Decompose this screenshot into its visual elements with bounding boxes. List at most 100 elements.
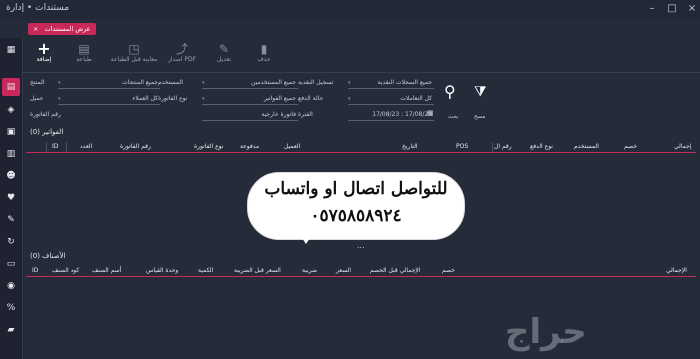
contact-text: للتواصل اتصال او واتساب <box>264 179 448 199</box>
invoice-type-select[interactable]: ▾ جميع الفواتير <box>202 94 298 105</box>
invoices-col-total[interactable]: إجمالي <box>674 143 692 150</box>
document-icon[interactable]: ▤ <box>5 81 17 93</box>
export-pdf-button[interactable]: ⤴ اصدار PDF <box>162 42 202 63</box>
grid-icon[interactable]: ▦ <box>5 44 17 56</box>
filter-panel: المنتج ▾ جميع المنتجات المستخدم ▾ جميع الم… <box>22 74 700 126</box>
invoice-type-label: نوع الفاتورة <box>158 95 188 102</box>
sidebar: ▦ ▤ ◈ ▣ ▥ ☻ ♥ ✎ ↻ ▭ ◉ % ▰ <box>0 38 23 359</box>
payment-status-label: حالة الدفع <box>298 95 324 102</box>
contact-overlay: للتواصل اتصال او واتساب ٠٥٧٥٨٥٨٩٢٤ <box>247 172 465 240</box>
items-col-id[interactable]: ID <box>32 267 38 274</box>
product-label: المنتج <box>30 79 45 86</box>
user-label: المستخدم <box>158 79 183 86</box>
invoices-col-invoice-type[interactable]: نوع الفاتورة <box>194 143 223 150</box>
chevron-down-icon: ▾ <box>348 80 351 86</box>
search-label: بحث <box>448 114 459 120</box>
plus-icon: + <box>37 39 51 58</box>
print-button[interactable]: ▤ طباعة <box>64 42 104 63</box>
money-icon[interactable]: ◉ <box>5 280 17 292</box>
invoices-col-payment-type[interactable]: نوع الدفع <box>530 143 553 150</box>
items-col-price[interactable]: السعر <box>336 267 351 274</box>
tab-close-icon[interactable]: × <box>33 25 38 33</box>
maximize-icon[interactable]: □ <box>664 1 680 17</box>
edit-button[interactable]: ✎ تعديل <box>204 42 244 63</box>
contact-phone: ٠٥٧٥٨٥٨٩٢٤ <box>310 206 402 226</box>
calendar-icon[interactable]: ▦ <box>427 109 434 117</box>
chevron-down-icon: ▾ <box>58 96 61 102</box>
invoices-col-id[interactable]: ID <box>52 143 58 150</box>
invoices-col-pos[interactable]: POS <box>456 143 468 150</box>
items-col-tax[interactable]: ضريبة <box>302 267 317 274</box>
print-preview-button[interactable]: ◳ معاينة قبل الطباعة <box>106 42 162 63</box>
items-table-header: الإجمالي خصم الإجمالي قبل الخصم السعر ضر… <box>26 266 696 277</box>
chevron-down-icon: ▾ <box>58 80 61 86</box>
invoices-col-date[interactable]: التاريخ <box>402 143 418 150</box>
invoice-number-label: رقم الفاتورة <box>30 111 61 118</box>
invoices-col-discount[interactable]: خصم <box>624 143 637 150</box>
payment-status-select[interactable]: ▾ كل التعاملات <box>348 94 434 105</box>
box-icon[interactable]: ▣ <box>5 126 17 138</box>
users-icon[interactable]: ☻ <box>5 170 17 182</box>
add-button[interactable]: + إضافة <box>24 39 64 64</box>
preview-icon: ◳ <box>128 42 140 56</box>
wrench-icon[interactable]: ✎ <box>5 214 17 226</box>
chevron-down-icon: ▾ <box>348 96 351 102</box>
chevron-down-icon: ▾ <box>202 96 205 102</box>
delete-button[interactable]: ▮ حذف <box>244 42 284 63</box>
period-label: الفترة <box>298 111 313 118</box>
cash-register-label: تسجيل النقدية <box>298 79 334 86</box>
chevron-down-icon: ▾ <box>202 80 205 86</box>
column-divider <box>46 142 47 152</box>
watermark-logo: حراج <box>505 312 587 352</box>
items-col-item-name[interactable]: أسم الصنف <box>92 267 121 274</box>
user-select[interactable]: ▾ جميع المستخدمين <box>202 78 298 89</box>
invoices-col-user[interactable]: المستخدم <box>574 143 599 150</box>
tab-strip: × عرض المستندات <box>0 19 700 38</box>
pencil-icon: ✎ <box>218 42 230 56</box>
percent-icon[interactable]: % <box>5 302 17 314</box>
items-col-item-code[interactable]: كود الصنف <box>52 267 79 274</box>
invoices-col-number[interactable]: رقم ال <box>494 143 512 150</box>
tab-label: عرض المستندات <box>44 25 91 33</box>
invoices-title: الفواتير (0) <box>30 128 64 136</box>
heart-icon[interactable]: ♥ <box>5 192 17 204</box>
invoices-table-header: إجمالي خصم المستخدم نوع الدفع رقم ال POS… <box>26 142 696 153</box>
minimize-icon[interactable]: – <box>644 1 660 17</box>
invoice-number-input[interactable]: فاتورة خارجية <box>202 110 298 121</box>
printer-icon: ▤ <box>78 42 90 56</box>
customer-select[interactable]: ▾ كل العملاء <box>58 94 160 105</box>
tag-icon[interactable]: ◈ <box>5 104 17 116</box>
customer-label: عميل <box>30 95 44 102</box>
card-icon[interactable]: ▭ <box>5 258 17 270</box>
items-col-unit[interactable]: وحدة القياس <box>146 267 178 274</box>
items-col-total-before-discount[interactable]: الإجمالي قبل الخصم <box>370 267 421 274</box>
filter-label: مسح <box>474 114 486 120</box>
title-bar: × □ – مستندات • إدارة <box>0 0 700 20</box>
column-divider <box>492 142 493 152</box>
filter-icon[interactable]: ⧩ <box>474 84 487 100</box>
tab-documents-view[interactable]: × عرض المستندات <box>28 23 96 35</box>
search-icon[interactable]: ⚲ <box>444 82 456 101</box>
folder-icon[interactable]: ▰ <box>5 324 17 336</box>
invoices-col-count[interactable]: العدد <box>80 143 92 150</box>
refresh-icon[interactable]: ↻ <box>5 236 17 248</box>
column-divider <box>66 142 67 152</box>
date-range-input[interactable]: 17/08/23 : 17/08/23 <box>348 110 434 121</box>
items-col-discount[interactable]: خصم <box>442 267 455 274</box>
items-col-total[interactable]: الإجمالي <box>666 267 687 274</box>
invoices-col-paid[interactable]: مدفوعة <box>240 143 259 150</box>
close-icon[interactable]: × <box>684 1 700 17</box>
cash-register-select[interactable]: ▾ جميع السجلات النقدية <box>348 78 434 89</box>
splitter-handle[interactable]: ... <box>357 241 365 250</box>
window-title: مستندات • إدارة <box>6 3 70 13</box>
trash-icon: ▮ <box>260 42 268 56</box>
invoices-col-customer[interactable]: العميل <box>284 143 300 150</box>
report-icon[interactable]: ▥ <box>5 148 17 160</box>
invoices-col-invoice-number[interactable]: رقم الفاتورة <box>120 143 151 150</box>
items-table-body[interactable] <box>26 277 696 357</box>
product-select[interactable]: ▾ جميع المنتجات <box>58 78 160 89</box>
items-col-quantity[interactable]: الكمية <box>198 267 213 274</box>
toolbar: + إضافة ▤ طباعة ◳ معاينة قبل الطباعة ⤴ ا… <box>22 38 700 73</box>
speech-tail <box>298 232 314 244</box>
items-col-price-before-tax[interactable]: السعر قبل الضريبة <box>234 267 281 274</box>
